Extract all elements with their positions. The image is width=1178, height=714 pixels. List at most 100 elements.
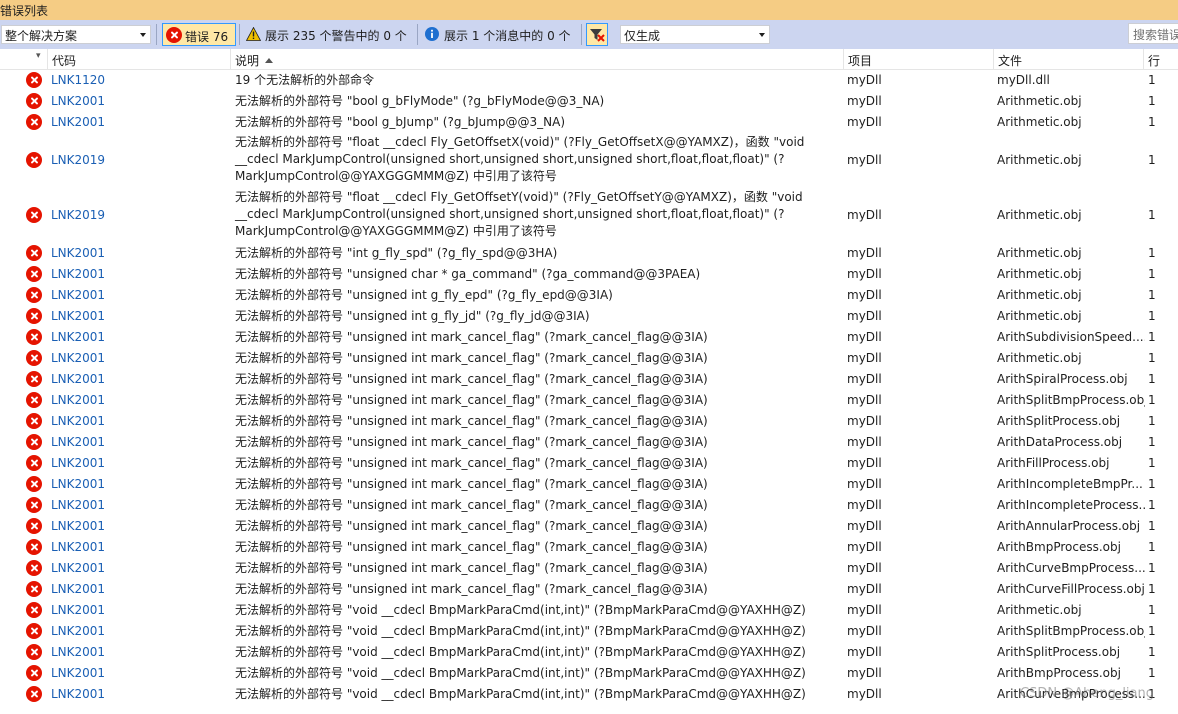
error-row[interactable]: LNK2001 无法解析的外部符号 "unsigned int mark_canc… [0, 579, 1178, 600]
error-row[interactable]: LNK2001 无法解析的外部符号 "unsigned int mark_canc… [0, 348, 1178, 369]
error-code-link[interactable]: LNK1120 [51, 73, 105, 87]
error-code-link[interactable]: LNK2001 [51, 519, 105, 533]
error-description: 无法解析的外部符号 "unsigned int mark_cancel_flag… [235, 477, 708, 491]
error-file: Arithmetic.obj [997, 153, 1082, 167]
error-row[interactable]: LNK1120 19 个无法解析的外部命令 myDll myDll.dll 1 [0, 70, 1178, 91]
error-row[interactable]: LNK2001 无法解析的外部符号 "unsigned int g_fly_epd… [0, 285, 1178, 306]
column-header-description[interactable]: 说明 [230, 49, 843, 70]
error-project: myDll [847, 540, 882, 554]
error-code-link[interactable]: LNK2001 [51, 456, 105, 470]
error-project: myDll [847, 414, 882, 428]
error-file: Arithmetic.obj [997, 309, 1082, 323]
error-file: Arithmetic.obj [997, 351, 1082, 365]
error-row[interactable]: LNK2001 无法解析的外部符号 "int g_fly_spd" (?g_fly… [0, 243, 1178, 264]
error-row[interactable]: LNK2001 无法解析的外部符号 "void __cdecl BmpMarkPa… [0, 642, 1178, 663]
error-code-link[interactable]: LNK2001 [51, 540, 105, 554]
error-code-link[interactable]: LNK2001 [51, 582, 105, 596]
error-icon [26, 644, 42, 663]
error-row[interactable]: LNK2001 无法解析的外部符号 "unsigned int mark_canc… [0, 327, 1178, 348]
error-row[interactable]: LNK2001 无法解析的外部符号 "void __cdecl BmpMarkPa… [0, 600, 1178, 621]
error-project: myDll [847, 456, 882, 470]
error-code-link[interactable]: LNK2001 [51, 687, 105, 701]
column-header-code[interactable]: 代码 [47, 49, 230, 70]
error-code-link[interactable]: LNK2001 [51, 414, 105, 428]
error-row[interactable]: LNK2001 无法解析的外部符号 "void __cdecl BmpMarkPa… [0, 621, 1178, 642]
error-row[interactable]: LNK2001 无法解析的外部符号 "unsigned int mark_canc… [0, 390, 1178, 411]
error-file: ArithCurveBmpProcess.... [997, 561, 1145, 575]
filter-toggle-button[interactable] [586, 23, 608, 46]
column-settings-icon[interactable]: ▾ [36, 51, 41, 61]
error-code-link[interactable]: LNK2001 [51, 351, 105, 365]
error-line: 1 [1148, 393, 1156, 407]
error-row[interactable]: LNK2001 无法解析的外部符号 "void __cdecl BmpMarkPa… [0, 684, 1178, 705]
error-row[interactable]: LNK2001 无法解析的外部符号 "unsigned int mark_canc… [0, 369, 1178, 390]
warnings-filter-button[interactable]: 展示 235 个警告中的 0 个 [243, 23, 413, 46]
error-line: 1 [1148, 288, 1156, 302]
error-code-link[interactable]: LNK2001 [51, 624, 105, 638]
error-project: myDll [847, 561, 882, 575]
error-row[interactable]: LNK2001 无法解析的外部符号 "unsigned char * ga_com… [0, 264, 1178, 285]
error-row[interactable]: LNK2001 无法解析的外部符号 "unsigned int mark_canc… [0, 453, 1178, 474]
error-code-link[interactable]: LNK2001 [51, 561, 105, 575]
column-header-line[interactable]: 行 [1143, 49, 1178, 70]
error-project: myDll [847, 498, 882, 512]
window-title: 错误列表 [0, 4, 49, 18]
error-code-link[interactable]: LNK2001 [51, 94, 105, 108]
error-code-link[interactable]: LNK2001 [51, 666, 105, 680]
error-file: Arithmetic.obj [997, 288, 1082, 302]
toolbar-separator [156, 24, 157, 45]
error-row[interactable]: LNK2019 无法解析的外部符号 "float __cdecl Fly_GetO… [0, 188, 1178, 243]
error-row[interactable]: LNK2001 无法解析的外部符号 "unsigned int g_fly_jd"… [0, 306, 1178, 327]
error-code-link[interactable]: LNK2001 [51, 603, 105, 617]
error-code-link[interactable]: LNK2001 [51, 288, 105, 302]
error-code-link[interactable]: LNK2001 [51, 498, 105, 512]
error-code-link[interactable]: LNK2001 [51, 477, 105, 491]
column-header-file-label: 文件 [998, 54, 1023, 68]
column-header-project[interactable]: 项目 [843, 49, 993, 70]
error-row[interactable]: LNK2001 无法解析的外部符号 "unsigned int mark_canc… [0, 516, 1178, 537]
error-row[interactable]: LNK2001 无法解析的外部符号 "unsigned int mark_canc… [0, 474, 1178, 495]
build-filter-dropdown[interactable]: 仅生成 [620, 25, 770, 44]
error-row[interactable]: LNK2001 无法解析的外部符号 "void __cdecl BmpMarkPa… [0, 663, 1178, 684]
error-code-link[interactable]: LNK2001 [51, 393, 105, 407]
error-icon [26, 518, 42, 537]
error-project: myDll [847, 582, 882, 596]
error-icon [26, 266, 42, 285]
error-row[interactable]: LNK2001 无法解析的外部符号 "unsigned int mark_canc… [0, 411, 1178, 432]
error-row[interactable]: LNK2019 无法解析的外部符号 "float __cdecl Fly_GetO… [0, 133, 1178, 188]
search-placeholder: 搜索错误 [1133, 28, 1178, 42]
error-row[interactable]: LNK2001 无法解析的外部符号 "bool g_bJump" (?g_bJum… [0, 112, 1178, 133]
error-row[interactable]: LNK2001 无法解析的外部符号 "unsigned int mark_canc… [0, 432, 1178, 453]
error-row[interactable]: LNK2001 无法解析的外部符号 "unsigned int mark_canc… [0, 495, 1178, 516]
column-header-file[interactable]: 文件 [993, 49, 1143, 70]
error-file: Arithmetic.obj [997, 115, 1082, 129]
messages-filter-button[interactable]: 展示 1 个消息中的 0 个 [422, 23, 578, 46]
error-file: ArithBmpProcess.obj [997, 540, 1121, 554]
error-icon [26, 581, 42, 600]
error-row[interactable]: LNK2001 无法解析的外部符号 "unsigned int mark_canc… [0, 537, 1178, 558]
error-icon [26, 114, 42, 133]
error-description: 无法解析的外部符号 "unsigned int mark_cancel_flag… [235, 330, 708, 344]
error-icon [26, 152, 42, 171]
filter-clear-icon [590, 29, 605, 42]
error-description: 无法解析的外部符号 "bool g_bJump" (?g_bJump@@3_NA… [235, 115, 566, 129]
error-code-link[interactable]: LNK2001 [51, 330, 105, 344]
error-code-link[interactable]: LNK2001 [51, 309, 105, 323]
error-code-link[interactable]: LNK2001 [51, 115, 105, 129]
scope-dropdown[interactable]: 整个解决方案 [1, 25, 151, 44]
error-row[interactable]: LNK2001 无法解析的外部符号 "bool g_bFlyMode" (?g_b… [0, 91, 1178, 112]
error-code-link[interactable]: LNK2001 [51, 435, 105, 449]
error-icon [26, 245, 42, 264]
search-input[interactable]: 搜索错误 [1128, 23, 1178, 44]
errors-filter-button[interactable]: 错误 76 [162, 23, 236, 46]
error-line: 1 [1148, 624, 1156, 638]
error-code-link[interactable]: LNK2001 [51, 246, 105, 260]
error-code-link[interactable]: LNK2001 [51, 372, 105, 386]
error-code-link[interactable]: LNK2001 [51, 267, 105, 281]
error-line: 1 [1148, 372, 1156, 386]
error-code-link[interactable]: LNK2019 [51, 153, 105, 167]
error-row[interactable]: LNK2001 无法解析的外部符号 "unsigned int mark_canc… [0, 558, 1178, 579]
error-code-link[interactable]: LNK2001 [51, 645, 105, 659]
error-line: 1 [1148, 666, 1156, 680]
error-code-link[interactable]: LNK2019 [51, 208, 105, 222]
